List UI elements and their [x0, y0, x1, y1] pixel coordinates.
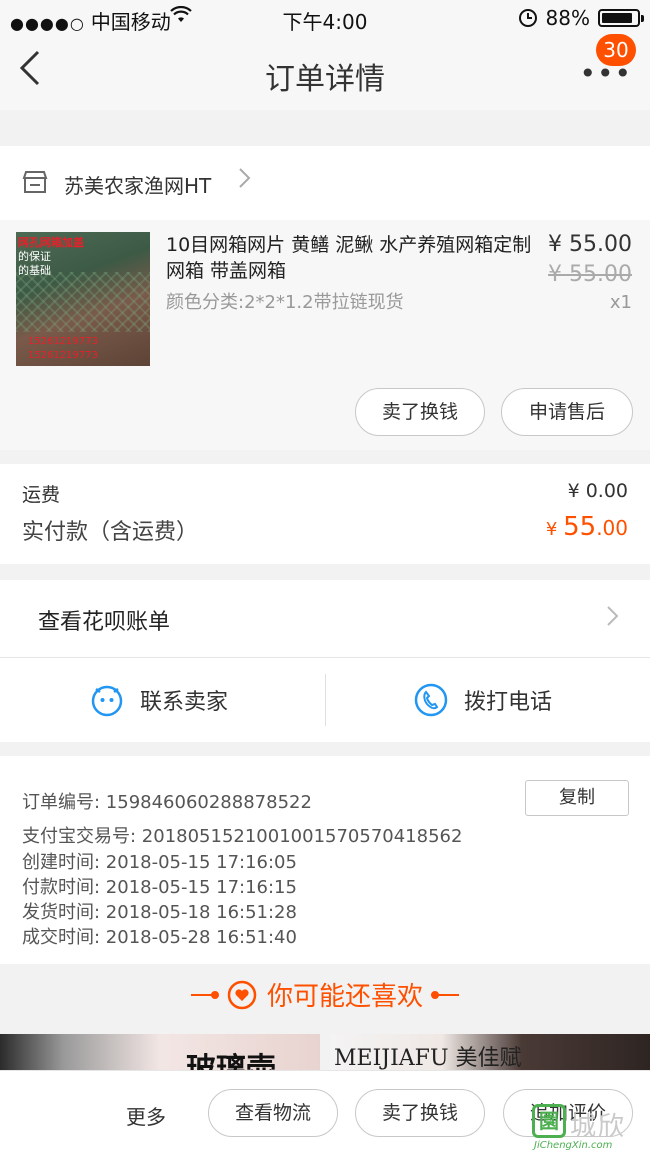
sell-button[interactable]: 卖了换钱	[355, 388, 485, 436]
order-info: 订单编号: 159846060288878522 复制 支付宝交易号: 2018…	[0, 756, 650, 964]
bottom-action-bar: 更多 查看物流 卖了换钱 追加评价 園 城欣 JiChengXin.com	[0, 1070, 650, 1156]
product-name[interactable]: 10目网箱网片 黄鳝 泥鳅 水产养殖网箱定制网箱 带盖网箱	[166, 232, 538, 284]
product-quantity: x1	[609, 292, 632, 313]
product-image[interactable]: 网孔网箱加盖 的保证 的基础 15261219773 15261219773	[16, 232, 150, 366]
currency-symbol: ¥	[545, 519, 564, 540]
paid-label: 实付款（含运费）	[22, 520, 199, 545]
view-logistics-button[interactable]: 查看物流	[208, 1089, 338, 1137]
fee-summary: 运费 ¥ 0.00 实付款（含运费） ¥ 55.00	[0, 464, 650, 564]
watermark: 園 城欣 JiChengXin.com	[532, 1102, 644, 1152]
paid-dec: .00	[596, 516, 628, 540]
recommend-title: 你可能还喜欢	[266, 982, 423, 1012]
paid-int: 55	[563, 512, 597, 542]
battery-icon	[598, 9, 644, 27]
sell-button[interactable]: 卖了换钱	[355, 1089, 485, 1137]
shop-name[interactable]: 苏美农家渔网HT	[64, 170, 211, 199]
product-image-text: 的基础	[18, 264, 51, 277]
after-sale-button[interactable]: 申请售后	[501, 388, 633, 436]
contact-row: 联系卖家 拨打电话	[0, 658, 650, 742]
recommend-product-image[interactable]: MEIJIAFU 美佳赋	[330, 1034, 650, 1074]
shipping-value: ¥ 0.00	[567, 480, 628, 502]
alarm-lock-icon	[518, 9, 537, 27]
watermark-url: JiChengXin.com	[534, 1140, 613, 1151]
decor-line	[431, 990, 459, 999]
call-phone-label: 拨打电话	[464, 690, 553, 715]
alipay-number: 支付宝交易号: 2018051521001001570570418562	[22, 826, 463, 847]
completed-time: 成交时间: 2018-05-28 16:51:40	[22, 927, 297, 948]
product-price: ¥ 55.00	[548, 232, 632, 257]
page-title: 订单详情	[265, 62, 385, 97]
shop-icon	[22, 171, 48, 193]
huabei-label[interactable]: 查看花呗账单	[38, 604, 170, 636]
nav-bar: 订单详情 ••• 30	[0, 34, 650, 110]
shipping-label: 运费	[22, 484, 61, 506]
product-image-text: 15261219773	[28, 350, 98, 361]
watermark-logo: 園	[532, 1104, 566, 1138]
more-icon[interactable]: •••	[579, 60, 632, 88]
product-original-price: ¥ 55.00	[548, 262, 632, 287]
watermark-text: 城欣	[570, 1112, 627, 1142]
recommend-product-image[interactable]: 玻璃壶	[0, 1034, 320, 1074]
more-button[interactable]: 更多	[126, 1101, 166, 1130]
chevron-right-icon	[606, 604, 620, 634]
notification-badge: 30	[596, 34, 636, 66]
copy-button[interactable]: 复制	[525, 780, 629, 816]
call-phone-button[interactable]: 拨打电话	[414, 678, 552, 722]
created-time: 创建时间: 2018-05-15 17:16:05	[22, 852, 297, 873]
contact-seller-label: 联系卖家	[140, 690, 229, 715]
contact-seller-button[interactable]: 联系卖家	[90, 678, 228, 722]
divider	[325, 674, 326, 726]
shop-row[interactable]: 苏美农家渔网HT	[0, 146, 650, 220]
paid-amount: ¥ 55.00	[546, 512, 628, 542]
status-bar: ●●●●○ 中国移动 下午4:00 88%	[0, 0, 650, 36]
paid-time: 付款时间: 2018-05-15 17:16:15	[22, 877, 297, 898]
heart-icon	[227, 980, 257, 1009]
phone-icon	[414, 683, 448, 717]
chevron-right-icon	[238, 166, 252, 196]
shipped-time: 发货时间: 2018-05-18 16:51:28	[22, 902, 297, 923]
recommend-header: 你可能还喜欢	[0, 964, 650, 1034]
recommend-list: 玻璃壶 MEIJIAFU 美佳赋	[0, 1034, 650, 1074]
product-image-text: 15261219773	[28, 336, 98, 347]
order-number: 订单编号: 159846060288878522	[22, 792, 312, 813]
battery-percent: 88%	[545, 6, 590, 30]
order-item[interactable]: 网孔网箱加盖 的保证 的基础 15261219773 15261219773 1…	[0, 220, 650, 450]
huabei-bill-row[interactable]: 查看花呗账单	[0, 580, 650, 658]
recommend-image-text: MEIJIAFU 美佳赋	[334, 1046, 522, 1071]
smile-chat-icon	[91, 685, 123, 717]
product-sku: 颜色分类:2*2*1.2带拉链现货	[166, 292, 404, 313]
decor-line	[190, 990, 219, 999]
